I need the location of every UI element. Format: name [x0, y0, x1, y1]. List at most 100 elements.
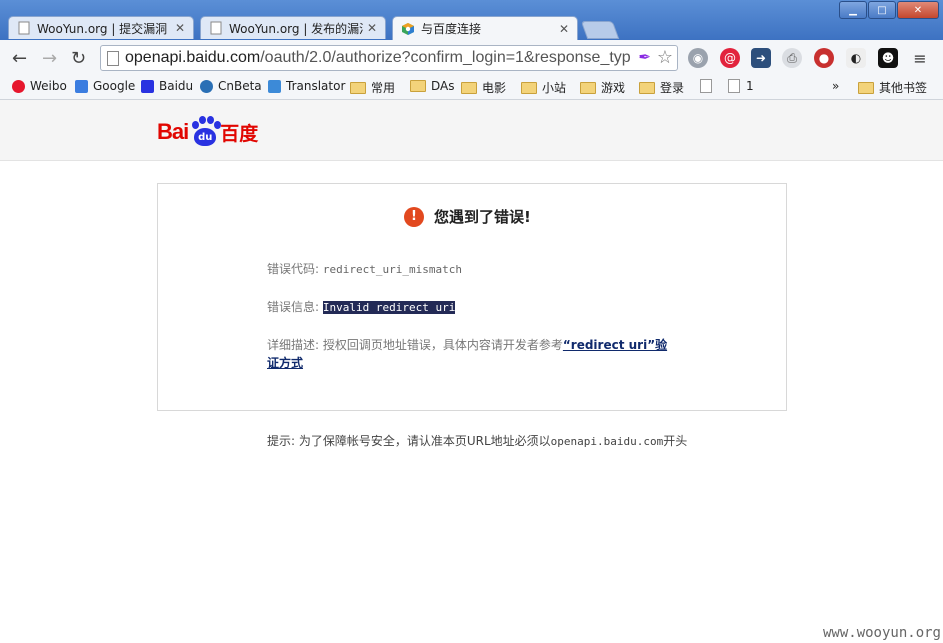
folder-icon [639, 81, 655, 94]
folder-icon [580, 81, 596, 94]
bookmark-baidu[interactable]: Baidu [141, 79, 193, 93]
error-code-value: redirect_uri_mismatch [322, 263, 462, 276]
forward-arrow-icon[interactable]: → [42, 48, 57, 69]
bookmark-label: 小站 [542, 81, 567, 95]
page-icon [107, 51, 119, 66]
minimize-icon[interactable]: ▁ [839, 1, 867, 19]
baidu-logo[interactable]: Bai du 百度 [157, 116, 258, 148]
menu-icon[interactable]: ≡ [910, 48, 930, 68]
bookmarks-overflow-chevron[interactable]: » [832, 79, 839, 93]
page-icon [18, 21, 30, 35]
bookmark-label: Baidu [159, 79, 194, 93]
cnbeta-icon [200, 79, 213, 93]
folder-icon [461, 81, 477, 94]
folder-icon [350, 81, 366, 94]
bookmark-folder-movies[interactable]: 电影 [461, 79, 506, 96]
bookmark-label: 登录 [660, 81, 685, 95]
bookmark-folder-sites[interactable]: 小站 [521, 79, 566, 96]
error-code-label: 错误代码: [267, 262, 320, 276]
tab-close-icon[interactable]: ✕ [559, 22, 569, 36]
bookmark-label: Weibo [30, 79, 67, 93]
page-icon [728, 79, 740, 93]
url-text[interactable]: openapi.baidu.com/oauth/2.0/authorize?co… [125, 49, 630, 67]
error-info-row: 错误信息: Invalid redirect uri [267, 298, 456, 315]
page-content: Bai du 百度 ! 您遇到了错误! 错误代码: redirect_uri_m… [0, 100, 943, 643]
browser-titlebar: ▁ □ ✕ WooYun.org | 提交漏洞 ✕ WooYun.org | 发… [0, 0, 943, 40]
bookmark-label: DAs [431, 79, 455, 93]
google-icon [75, 79, 88, 93]
tab-title: WooYun.org | 发布的漏洞 [229, 21, 363, 36]
baidu-paw-icon: du [189, 116, 222, 148]
error-title: 您遇到了错误! [434, 208, 531, 226]
tab-baidu-connect[interactable]: 与百度连接 ✕ [392, 16, 578, 40]
page-icon [700, 79, 712, 93]
bookmark-label: Google [93, 79, 136, 93]
bookmark-translator[interactable]: Translator [268, 79, 345, 93]
bookmark-folder-games[interactable]: 游戏 [580, 79, 625, 96]
error-info-label: 错误信息: [267, 300, 320, 314]
error-detail-row: 详细描述: 授权回调页地址错误，具体内容请开发者参考“redirect uri”… [267, 336, 667, 372]
spy-extension-icon[interactable]: ◐ [846, 48, 866, 68]
bookmark-page-1[interactable]: 1 [728, 79, 754, 93]
bookmark-folder-das[interactable]: DAs [410, 79, 455, 93]
tab-title: WooYun.org | 提交漏洞 [37, 21, 168, 36]
watermark: www.wooyun.org [822, 625, 941, 641]
globe-extension-icon[interactable]: ◉ [688, 48, 708, 68]
bookmark-google[interactable]: Google [75, 79, 135, 93]
error-heading: ! 您遇到了错误! [404, 206, 531, 227]
at-extension-icon[interactable]: @ [720, 48, 740, 68]
back-arrow-icon[interactable]: ← [12, 48, 27, 69]
print-extension-icon[interactable]: ⎙ [782, 48, 802, 68]
cookie-extension-icon[interactable]: ● [814, 48, 834, 68]
folder-icon [858, 81, 874, 94]
tip-domain: openapi.baidu.com [550, 435, 664, 448]
tab-wooyun-published[interactable]: WooYun.org | 发布的漏洞 ✕ [200, 16, 386, 39]
browser-toolbar: ← → ↻ openapi.baidu.com/oauth/2.0/author… [0, 40, 943, 76]
tab-close-icon[interactable]: ✕ [175, 21, 185, 35]
tab-strip: WooYun.org | 提交漏洞 ✕ WooYun.org | 发布的漏洞 ✕… [8, 16, 620, 40]
reload-icon[interactable]: ↻ [71, 48, 86, 69]
alert-icon: ! [404, 206, 424, 227]
logo-chinese-text: 百度 [220, 122, 259, 145]
mask-extension-icon[interactable]: ☻ [878, 48, 898, 68]
error-code-row: 错误代码: redirect_uri_mismatch [267, 260, 462, 277]
other-bookmarks-folder[interactable]: 其他书签 [858, 79, 927, 96]
address-bar[interactable]: openapi.baidu.com/oauth/2.0/authorize?co… [100, 45, 678, 71]
bookmark-folder-common[interactable]: 常用 [350, 79, 395, 96]
arrow-extension-icon[interactable]: ➜ [751, 48, 771, 68]
tab-title: 与百度连接 [421, 22, 482, 36]
page-header: Bai du 百度 [0, 100, 943, 161]
bookmark-label: 1 [746, 79, 754, 93]
maximize-icon[interactable]: □ [868, 1, 896, 19]
page-icon [210, 21, 222, 35]
bookmark-weibo[interactable]: Weibo [12, 79, 67, 93]
redirect-uri-doc-link-cont[interactable]: 证方式 [267, 356, 303, 370]
security-tip: 提示: 为了保障帐号安全，请认准本页URL地址必须以openapi.baidu.… [267, 432, 687, 449]
bookmark-label: 游戏 [601, 81, 626, 95]
baidu-paw-icon [141, 79, 154, 93]
close-window-icon[interactable]: ✕ [897, 1, 939, 19]
bookmark-label: 其他书签 [879, 81, 928, 95]
bookmark-label: 电影 [482, 81, 507, 95]
bookmark-folder-login[interactable]: 登录 [639, 79, 684, 96]
tab-wooyun-submit[interactable]: WooYun.org | 提交漏洞 ✕ [8, 16, 194, 39]
folder-icon [410, 80, 426, 92]
bookmark-label: Translator [286, 79, 346, 93]
new-tab-button[interactable] [580, 21, 620, 39]
redirect-uri-doc-link[interactable]: “redirect uri”验 [563, 338, 667, 352]
tip-text: 提示: 为了保障帐号安全，请认准本页URL地址必须以 [267, 434, 551, 448]
bookmark-cnbeta[interactable]: CnBeta [200, 79, 262, 93]
bookmark-star-icon[interactable]: ☆ [657, 47, 673, 68]
bookmarks-bar: Weibo Google Baidu CnBeta Translator 常用 … [0, 75, 943, 100]
error-detail-text: 授权回调页地址错误，具体内容请开发者参考 [322, 338, 563, 352]
window-controls: ▁ □ ✕ [839, 1, 939, 19]
feather-extension-icon[interactable]: ✒ [638, 48, 651, 66]
translator-icon [268, 79, 281, 93]
bookmark-blank-page[interactable] [700, 79, 718, 93]
tab-close-icon[interactable]: ✕ [367, 21, 377, 35]
weibo-icon [12, 79, 25, 93]
error-detail-label: 详细描述: [267, 338, 320, 352]
logo-latin-text: Bai [157, 119, 189, 144]
bookmark-label: CnBeta [218, 79, 262, 93]
tip-suffix: 开头 [663, 434, 688, 448]
